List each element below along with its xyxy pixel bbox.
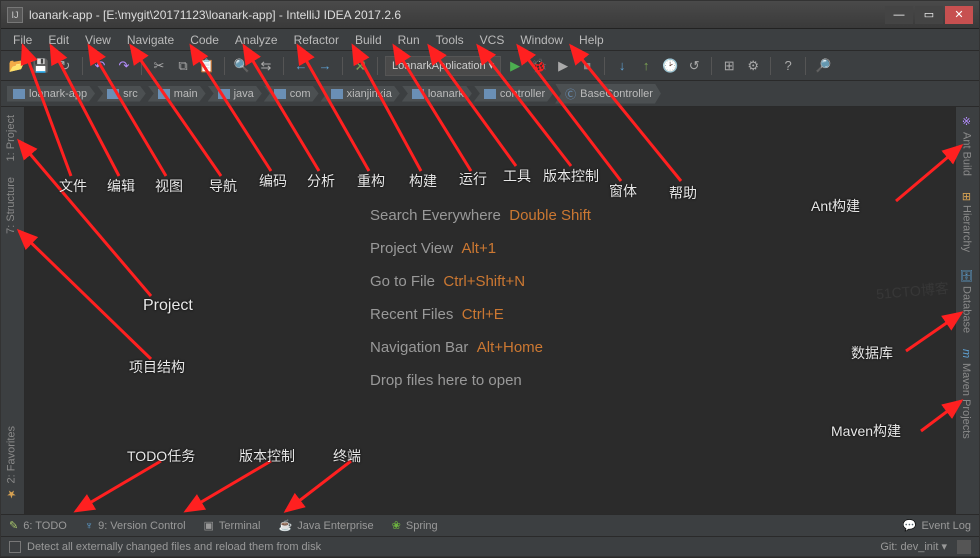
copy-icon[interactable]: ⧉ (173, 56, 193, 76)
left-tool-gutter: 1: Project 7: Structure ★2: Favorites (1, 107, 25, 514)
titlebar: IJ loanark-app - [E:\mygit\20171123\loan… (1, 1, 979, 29)
crumb-root[interactable]: loanark-app (7, 86, 95, 102)
menu-analyze[interactable]: Analyze (227, 33, 286, 47)
minimize-button[interactable]: — (885, 6, 913, 24)
tab-version-control[interactable]: ♆9: Version Control (85, 520, 186, 532)
menu-tools[interactable]: Tools (428, 33, 472, 47)
replace-icon[interactable]: ⇆ (256, 56, 276, 76)
statusbar: Detect all externally changed files and … (1, 536, 979, 556)
tab-structure[interactable]: 7: Structure (1, 169, 21, 242)
status-checkbox[interactable] (9, 541, 21, 553)
crumb-com[interactable]: com (264, 86, 319, 102)
window-title: loanark-app - [E:\mygit\20171123\loanark… (29, 8, 885, 22)
tab-favorites[interactable]: ★2: Favorites (1, 418, 22, 508)
git-branch[interactable]: Git: dev_init ▾ (880, 540, 947, 553)
menu-refactor[interactable]: Refactor (286, 33, 347, 47)
editor-empty-state: Search Everywhere Double Shift Project V… (25, 107, 955, 514)
bottom-tool-tabs: ✎6: TODO ♆9: Version Control ▣Terminal ☕… (1, 514, 979, 536)
tab-java-enterprise[interactable]: ☕Java Enterprise (279, 519, 374, 532)
crumb-java[interactable]: java (208, 86, 262, 102)
coverage-icon[interactable]: ▶ (553, 56, 573, 76)
menu-view[interactable]: View (77, 33, 119, 47)
redo-icon[interactable]: ↷ (114, 56, 134, 76)
menu-navigate[interactable]: Navigate (119, 33, 182, 47)
forward-icon[interactable]: → (315, 56, 335, 76)
crumb-loanark[interactable]: loanark (402, 86, 472, 102)
structure-icon[interactable]: ⊞ (719, 56, 739, 76)
tab-ant-build[interactable]: ※Ant Build (956, 107, 977, 184)
menu-code[interactable]: Code (182, 33, 227, 47)
find-icon[interactable]: 🔍 (232, 56, 252, 76)
tab-hierarchy[interactable]: ⊞Hierarchy (956, 184, 977, 260)
menu-window[interactable]: Window (512, 33, 571, 47)
debug-icon[interactable]: 🐞 (529, 56, 549, 76)
stop-icon[interactable]: ■ (577, 56, 597, 76)
vcs-history-icon[interactable]: 🕑 (660, 56, 680, 76)
right-tool-gutter: ※Ant Build ⊞Hierarchy 🗄Database mMaven P… (955, 107, 979, 514)
refresh-icon[interactable]: ↻ (55, 56, 75, 76)
toolbar: 📂 💾 ↻ ↶ ↷ ✂ ⧉ 📋 🔍 ⇆ ← → ⚒ LoanarkApplica… (1, 51, 979, 81)
tab-todo[interactable]: ✎6: TODO (9, 519, 67, 532)
vcs-commit-icon[interactable]: ↑ (636, 56, 656, 76)
close-button[interactable]: ✕ (945, 6, 973, 24)
breadcrumb: loanark-app src main java com xianjinxia… (1, 81, 979, 107)
run-icon[interactable]: ▶ (505, 56, 525, 76)
undo-icon[interactable]: ↶ (90, 56, 110, 76)
build-icon[interactable]: ⚒ (350, 56, 370, 76)
tab-maven[interactable]: mMaven Projects (956, 341, 976, 446)
tab-terminal[interactable]: ▣Terminal (204, 519, 261, 532)
tab-project[interactable]: 1: Project (1, 107, 21, 169)
cut-icon[interactable]: ✂ (149, 56, 169, 76)
crumb-class[interactable]: ⒸBaseController (555, 84, 661, 104)
paste-icon[interactable]: 📋 (197, 56, 217, 76)
menu-help[interactable]: Help (571, 33, 612, 47)
welcome-hints: Search Everywhere Double Shift Project V… (370, 207, 591, 405)
vcs-update-icon[interactable]: ↓ (612, 56, 632, 76)
sdk-icon[interactable]: ⚙ (743, 56, 763, 76)
menu-build[interactable]: Build (347, 33, 390, 47)
tab-spring[interactable]: ❀Spring (392, 519, 438, 532)
search-everywhere-icon[interactable]: 🔎 (813, 56, 833, 76)
crumb-src[interactable]: src (97, 86, 146, 102)
app-icon: IJ (7, 7, 23, 23)
help-icon[interactable]: ? (778, 56, 798, 76)
menu-edit[interactable]: Edit (40, 33, 77, 47)
status-message: Detect all externally changed files and … (27, 541, 321, 553)
crumb-xianjinxia[interactable]: xianjinxia (321, 86, 400, 102)
menu-file[interactable]: File (5, 33, 40, 47)
menu-vcs[interactable]: VCS (472, 33, 513, 47)
run-config-selector[interactable]: LoanarkApplication ▾ (385, 56, 501, 76)
tab-event-log[interactable]: 💬Event Log (903, 519, 971, 532)
crumb-controller[interactable]: controller (474, 86, 553, 102)
vcs-revert-icon[interactable]: ↺ (684, 56, 704, 76)
lock-icon[interactable] (957, 540, 971, 554)
crumb-main[interactable]: main (148, 86, 206, 102)
menubar: File Edit View Navigate Code Analyze Ref… (1, 29, 979, 51)
open-icon[interactable]: 📂 (7, 56, 27, 76)
menu-run[interactable]: Run (390, 33, 428, 47)
maximize-button[interactable]: ▭ (915, 6, 943, 24)
save-all-icon[interactable]: 💾 (31, 56, 51, 76)
back-icon[interactable]: ← (291, 56, 311, 76)
tab-database[interactable]: 🗄Database (956, 260, 977, 341)
